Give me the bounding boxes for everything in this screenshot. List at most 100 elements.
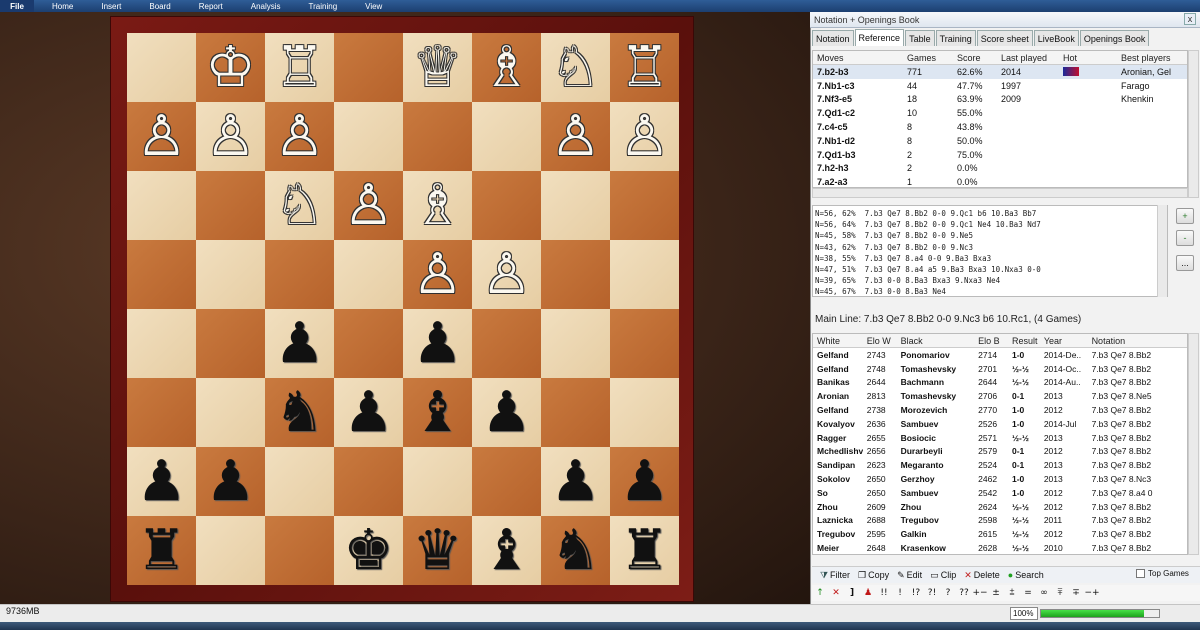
square-e6[interactable]: ♗ xyxy=(403,171,472,240)
games-scrollbar[interactable] xyxy=(1188,333,1199,555)
piece-g1[interactable]: ♞ xyxy=(550,522,600,579)
games-col-black[interactable]: Black xyxy=(897,336,975,346)
square-a3[interactable] xyxy=(127,378,196,447)
tab-reference[interactable]: Reference xyxy=(854,29,905,46)
square-a7[interactable]: ♙ xyxy=(127,102,196,171)
piece-f8[interactable]: ♗ xyxy=(481,39,531,96)
menu-home[interactable]: Home xyxy=(34,2,83,11)
square-c6[interactable]: ♘ xyxy=(265,171,334,240)
piece-b8[interactable]: ♔ xyxy=(205,39,255,96)
game-row[interactable]: Mchedlishvili2656 Durarbeyli 2579 0-1 2012 7.… xyxy=(813,445,1187,459)
annotation-symbol[interactable]: ] xyxy=(844,588,860,598)
tree-line[interactable]: N=45, 58% 7.b3 Qe7 8.Bb2 0-0 9.Ne5 xyxy=(815,230,1167,241)
annotation-symbol[interactable]: ∞ xyxy=(1036,588,1052,598)
edit-button[interactable]: ✎ Edit xyxy=(897,570,922,581)
piece-f5[interactable]: ♙ xyxy=(481,246,531,303)
tree-scrollbar[interactable] xyxy=(1157,205,1167,297)
reference-col-score[interactable]: Score xyxy=(953,53,997,63)
clip-button[interactable]: ▭ Clip xyxy=(930,570,956,581)
game-row[interactable]: Gelfand 2738 Morozevich 2770 1-0 2012 7.b3 Qe7… xyxy=(813,403,1187,417)
piece-c3[interactable]: ♞ xyxy=(274,384,324,441)
annotation-symbol[interactable]: ∓ xyxy=(1068,588,1084,598)
tab-training[interactable]: Training xyxy=(935,30,976,46)
square-g5[interactable] xyxy=(541,240,610,309)
chess-board[interactable]: ♔ ♖ ♕ ♗ ♘ ♖ ♙ ♙ ♙ ♙ ♙ ♘ ♙ ♗ ♙ ♙ ♟ ♟ ♞ ♟ ♝ ♟ ♟ ♟ ♟ ♟ ♜ ♚ ♛ ♝ ♞ ♜ xyxy=(127,33,679,585)
piece-f1[interactable]: ♝ xyxy=(481,522,531,579)
square-h1[interactable]: ♜ xyxy=(610,516,679,585)
tab-score-sheet[interactable]: Score sheet xyxy=(976,30,1033,46)
file-menu[interactable]: File xyxy=(0,0,34,12)
tab-openings-book[interactable]: Openings Book xyxy=(1079,30,1150,46)
piece-g2[interactable]: ♟ xyxy=(550,453,600,510)
reference-col-best-players[interactable]: Best players xyxy=(1117,53,1187,63)
square-h5[interactable] xyxy=(610,240,679,309)
game-row[interactable]: Laznicka 2688 Tregubov 2598 ½-½ 2011 7.b3 Qe7 … xyxy=(813,514,1187,528)
square-e3[interactable]: ♝ xyxy=(403,378,472,447)
menu-insert[interactable]: Insert xyxy=(83,2,131,11)
piece-b2[interactable]: ♟ xyxy=(205,453,255,510)
piece-e6[interactable]: ♗ xyxy=(412,177,462,234)
menu-training[interactable]: Training xyxy=(291,2,348,11)
square-g3[interactable] xyxy=(541,378,610,447)
zoom-out-icon[interactable]: - xyxy=(1176,230,1194,246)
square-b1[interactable] xyxy=(196,516,265,585)
game-row[interactable]: Aronian 2813 Tomashevsky 2706 0-1 2013 7.b3 Qe… xyxy=(813,389,1187,403)
game-row[interactable]: Gelfand 2743 Ponomariov 2714 1-0 2014-De.. 7.b… xyxy=(813,348,1187,362)
games-col-year[interactable]: Year xyxy=(1040,336,1088,346)
games-col-result[interactable]: Result xyxy=(1008,336,1040,346)
piece-c8[interactable]: ♖ xyxy=(274,39,324,96)
square-c3[interactable]: ♞ xyxy=(265,378,334,447)
square-d2[interactable] xyxy=(334,447,403,516)
reference-h-scrollbar[interactable] xyxy=(812,188,1188,198)
game-row[interactable]: Kovalyov 2636 Sambuev 2526 1-0 2014-Jul 7.b3 Q… xyxy=(813,417,1187,431)
search-button[interactable]: ● Search xyxy=(1008,570,1044,580)
square-c2[interactable] xyxy=(265,447,334,516)
square-b2[interactable]: ♟ xyxy=(196,447,265,516)
square-f1[interactable]: ♝ xyxy=(472,516,541,585)
reference-col-games[interactable]: Games xyxy=(903,53,953,63)
reference-row[interactable]: 7.Nb1-d2 8 50.0% xyxy=(813,134,1187,148)
annotation-symbol[interactable]: ± xyxy=(988,588,1004,598)
game-row[interactable]: So 2650 Sambuev 2542 1-0 2012 7.b3 Qe7 8.a4 0 xyxy=(813,486,1187,500)
annotation-symbol[interactable]: ↑ xyxy=(812,588,828,598)
piece-a1[interactable]: ♜ xyxy=(136,522,186,579)
delete-button[interactable]: ✕ Delete xyxy=(964,570,1000,581)
square-a1[interactable]: ♜ xyxy=(127,516,196,585)
reference-row[interactable]: 7.Nf3-e5 18 63.9% 2009 Khenkin xyxy=(813,93,1187,107)
square-c1[interactable] xyxy=(265,516,334,585)
tab-table[interactable]: Table xyxy=(905,30,935,46)
piece-e1[interactable]: ♛ xyxy=(412,522,462,579)
annotation-symbol[interactable]: ⩲ xyxy=(1004,588,1020,598)
square-g7[interactable]: ♙ xyxy=(541,102,610,171)
square-h6[interactable] xyxy=(610,171,679,240)
reference-row[interactable]: 7.b2-b3 771 62.6% 2014 Aronian, Gel xyxy=(813,65,1187,79)
piece-c6[interactable]: ♘ xyxy=(274,177,324,234)
square-e7[interactable] xyxy=(403,102,472,171)
tab-livebook[interactable]: LiveBook xyxy=(1033,30,1079,46)
piece-b7[interactable]: ♙ xyxy=(205,108,255,165)
square-d7[interactable] xyxy=(334,102,403,171)
games-col-elo-w[interactable]: Elo W xyxy=(863,336,897,346)
square-f5[interactable]: ♙ xyxy=(472,240,541,309)
reference-row[interactable]: 7.Qd1-c2 10 55.0% xyxy=(813,106,1187,120)
square-f7[interactable] xyxy=(472,102,541,171)
annotation-symbol[interactable]: = xyxy=(1020,588,1036,598)
piece-d3[interactable]: ♟ xyxy=(343,384,393,441)
square-f3[interactable]: ♟ xyxy=(472,378,541,447)
top-games-checkbox[interactable] xyxy=(1136,569,1145,578)
zoom-in-icon[interactable]: + xyxy=(1176,208,1194,224)
piece-d6[interactable]: ♙ xyxy=(343,177,393,234)
square-b3[interactable] xyxy=(196,378,265,447)
reference-row[interactable]: 7.h2-h3 2 0.0% xyxy=(813,162,1187,176)
piece-e4[interactable]: ♟ xyxy=(412,315,462,372)
piece-h7[interactable]: ♙ xyxy=(619,108,669,165)
square-b5[interactable] xyxy=(196,240,265,309)
piece-h2[interactable]: ♟ xyxy=(619,453,669,510)
square-e8[interactable]: ♕ xyxy=(403,33,472,102)
tree-line[interactable]: N=45, 67% 7.b3 0-0 8.Ba3 Ne4 xyxy=(815,286,1167,296)
game-row[interactable]: Zhou 2609 Zhou 2624 ½-½ 2012 7.b3 Qe7 8.Bb2 xyxy=(813,500,1187,514)
games-col-notation[interactable]: Notation xyxy=(1088,336,1187,346)
close-icon[interactable]: x xyxy=(1184,13,1196,25)
square-f8[interactable]: ♗ xyxy=(472,33,541,102)
zoom-level[interactable]: 100% xyxy=(1010,607,1038,620)
